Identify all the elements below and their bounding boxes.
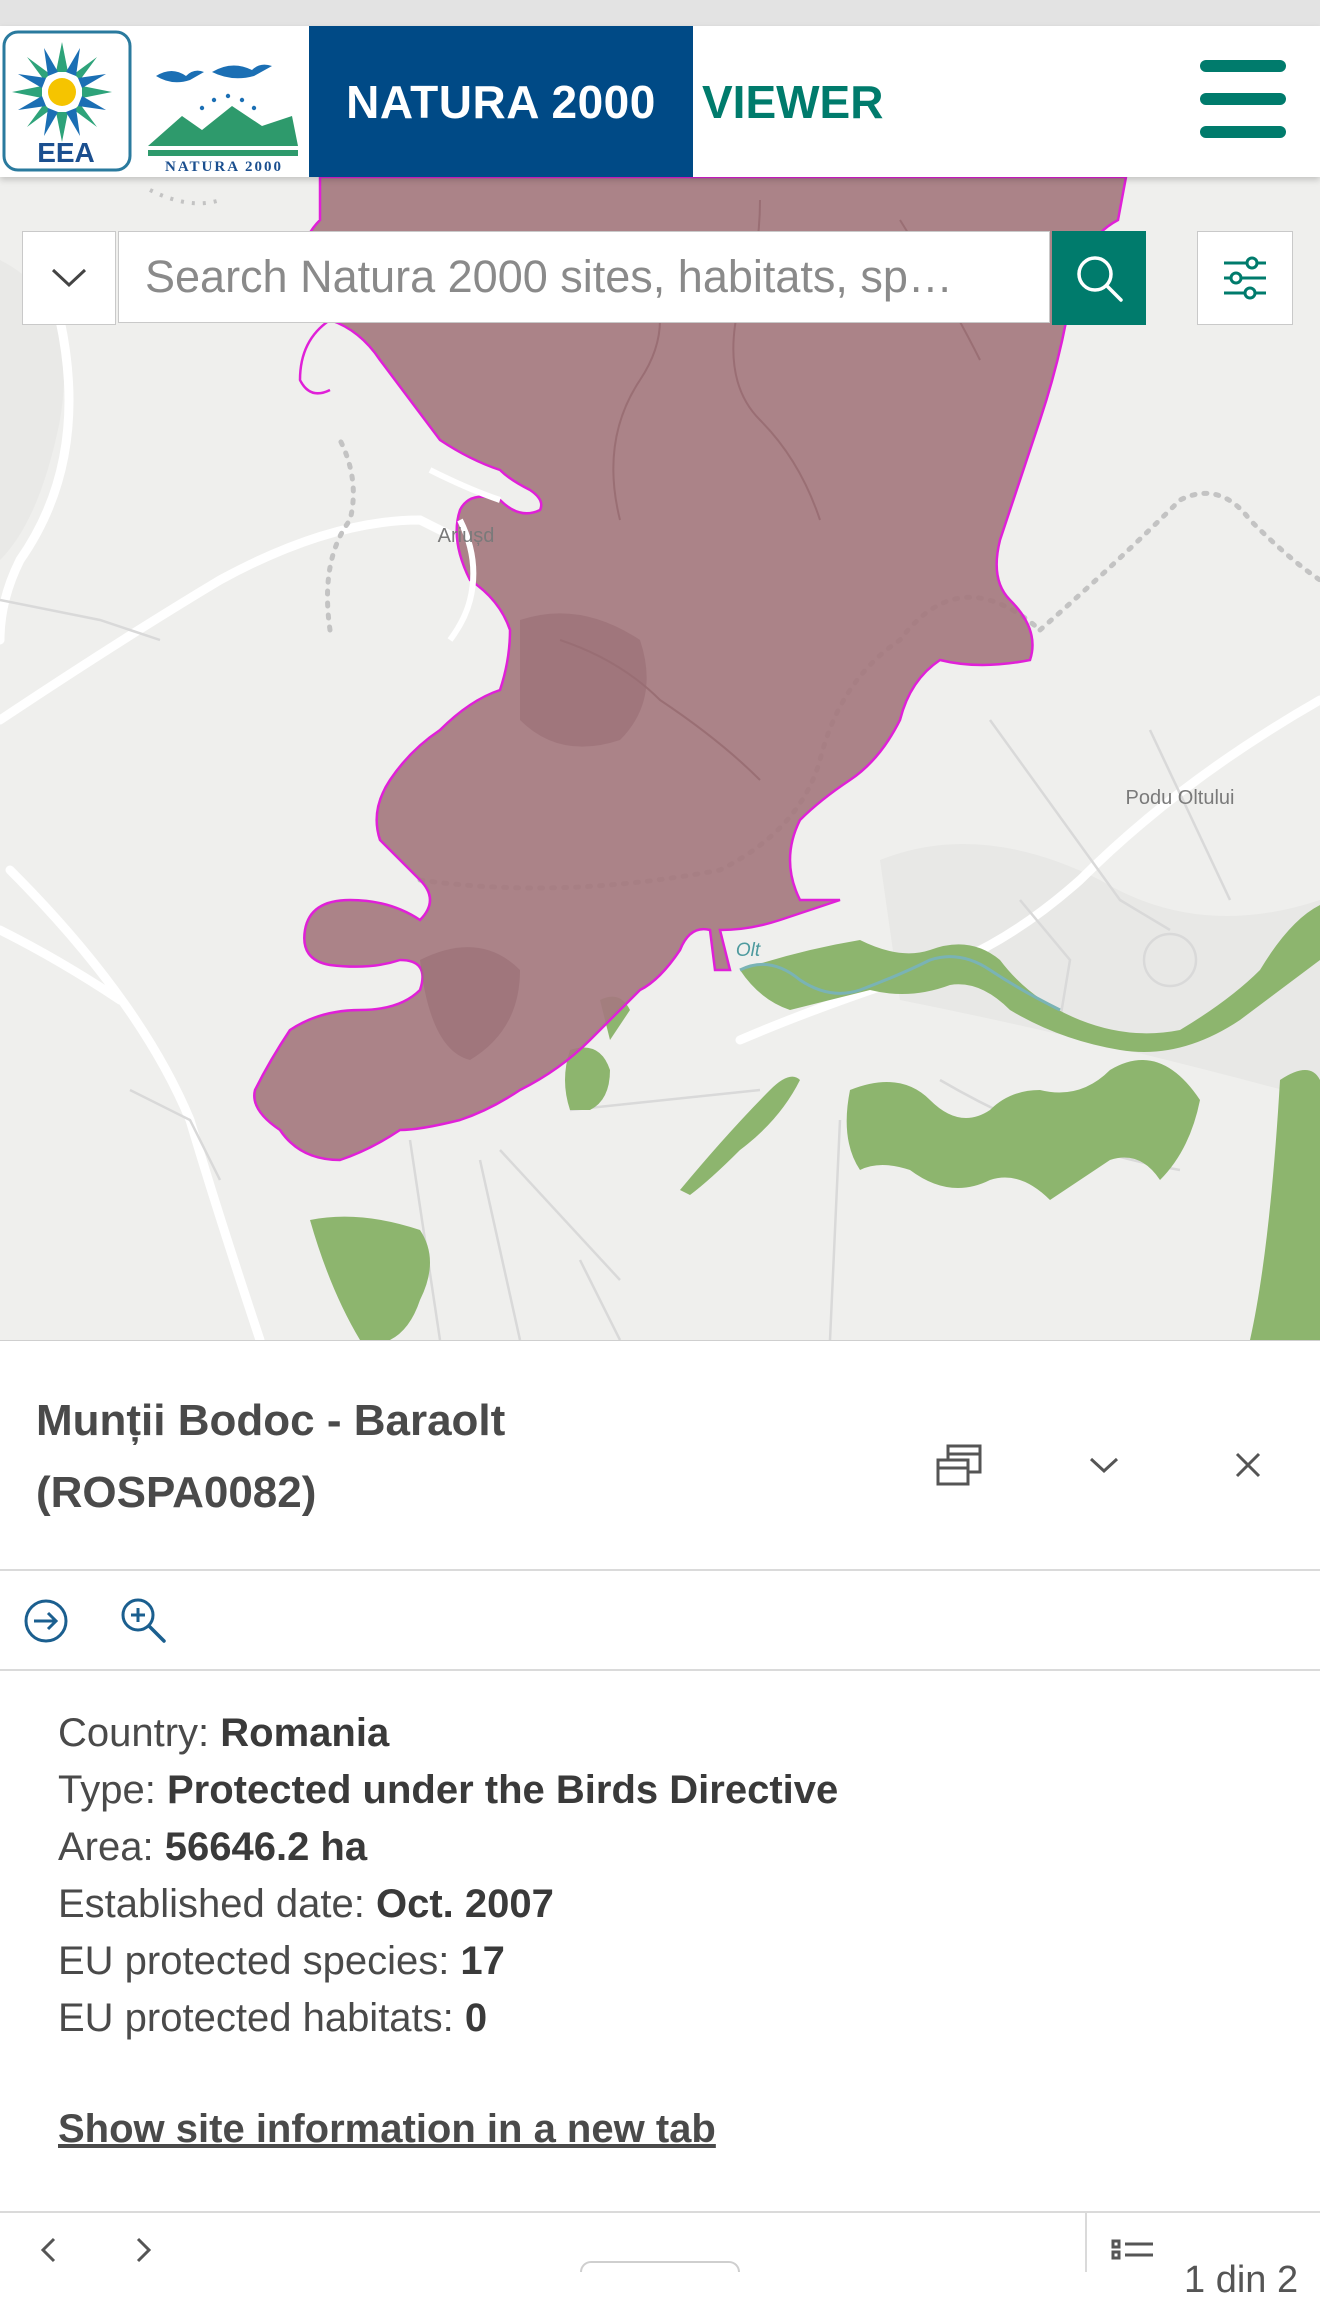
search-button[interactable] — [1052, 231, 1146, 325]
eea-logo-text: EEA — [37, 137, 95, 168]
chevron-left-icon — [40, 2237, 56, 2262]
site-info-link[interactable]: Show site information in a new tab — [58, 2107, 716, 2152]
divider — [1085, 2213, 1087, 2272]
feature-list-button[interactable] — [1108, 2235, 1158, 2272]
close-button[interactable] — [1210, 1427, 1286, 1503]
drag-handle[interactable] — [580, 2261, 740, 2272]
list-icon — [1111, 2239, 1153, 2259]
site-details: Country: Romania Type: Protected under t… — [58, 1705, 838, 2047]
search-input[interactable] — [118, 231, 1050, 323]
status-strip — [0, 0, 1320, 26]
natura-2000-logo[interactable]: NATURA 2000 — [142, 46, 302, 174]
pager-count: 1 din 2 — [1184, 2259, 1299, 2301]
detail-established-date: Established date: Oct. 2007 — [58, 1882, 554, 1926]
collapse-button[interactable] — [1066, 1427, 1142, 1503]
arrow-circle-right-icon — [24, 1599, 68, 1643]
site-title: Munții Bodoc - Baraolt (ROSPA0082) — [36, 1385, 596, 1529]
site-popup: Munții Bodoc - Baraolt (ROSPA0082) Count… — [0, 1340, 1320, 2301]
river-label: Olt — [736, 940, 761, 961]
detail-eu-habitats: EU protected habitats: 0 — [58, 1996, 488, 2040]
chevron-down-icon — [1089, 1457, 1119, 1474]
chevron-right-icon — [136, 2237, 152, 2262]
map-canvas[interactable]: Ariușd Podu Oltului Olt — [0, 177, 1320, 1340]
dock-button[interactable] — [922, 1427, 998, 1503]
place-label: Ariușd — [438, 525, 495, 547]
menu-icon — [1200, 60, 1286, 72]
next-button[interactable] — [116, 2227, 172, 2272]
natura-logo-text: NATURA 2000 — [165, 159, 283, 174]
app-title: NATURA 2000 — [309, 26, 693, 177]
dock-icon — [936, 1444, 982, 1486]
previous-button[interactable] — [20, 2227, 76, 2272]
menu-button[interactable] — [1200, 60, 1286, 144]
search-scope-dropdown[interactable] — [22, 231, 116, 325]
search-icon — [1077, 256, 1123, 302]
place-label: Podu Oltului — [1126, 787, 1235, 809]
site-code: (ROSPA0082) — [36, 1468, 317, 1517]
divider — [0, 1669, 1320, 1671]
detail-country: Country: Romania — [58, 1711, 390, 1755]
app-subtitle: VIEWER — [702, 75, 884, 128]
zoom-to-button[interactable] — [112, 1589, 176, 1653]
app-header: EEA NATURA 2000 NATURA 2000 VIEWER — [0, 26, 1320, 177]
close-icon — [1235, 1452, 1261, 1478]
filter-sliders-icon — [1224, 256, 1266, 300]
detail-eu-species: EU protected species: 17 — [58, 1939, 505, 1983]
popup-pager: 1 din 2 — [0, 2211, 1320, 2301]
chevron-down-icon — [51, 268, 87, 288]
eea-logo[interactable]: EEA — [0, 30, 136, 174]
detail-area: Area: 56646.2 ha — [58, 1825, 368, 1869]
map-view[interactable]: Ariușd Podu Oltului Olt — [0, 177, 1320, 1340]
site-name: Munții Bodoc - Baraolt — [36, 1396, 506, 1445]
divider — [0, 1569, 1320, 1571]
navigate-to-button[interactable] — [14, 1589, 78, 1653]
zoom-in-icon — [121, 1598, 166, 1643]
filter-button[interactable] — [1197, 231, 1293, 325]
detail-type: Type: Protected under the Birds Directiv… — [58, 1768, 839, 1812]
